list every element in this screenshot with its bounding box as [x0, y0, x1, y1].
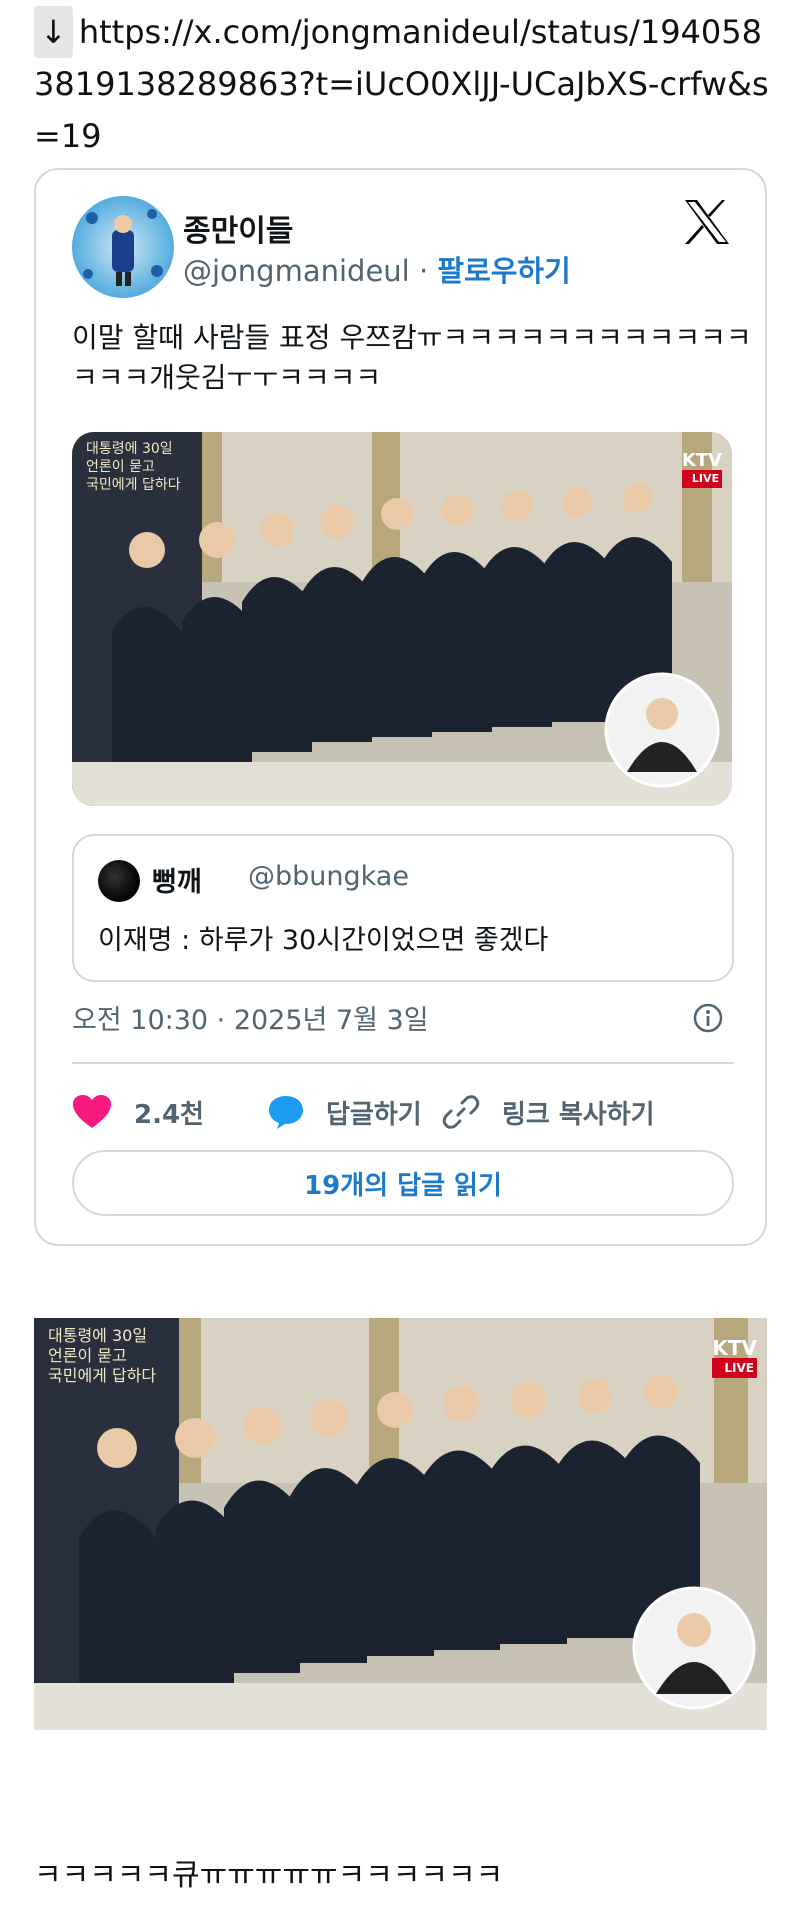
- broadcast-caption: 대통령에 30일 언론이 묻고 국민에게 답하다: [86, 441, 181, 493]
- timestamp[interactable]: 오전 10:30 · 2025년 7월 3일: [72, 998, 429, 1037]
- link-icon: [442, 1095, 480, 1129]
- handle[interactable]: @jongmanideul: [183, 254, 410, 288]
- quote-text: 이재명 : 하루가 30시간이었으면 좋겠다: [98, 925, 549, 956]
- broadcaster-badge-large: KTV LIVE: [712, 1338, 757, 1378]
- display-name[interactable]: 종만이들: [183, 206, 293, 250]
- shared-link[interactable]: ↓ https://x.com/jongmanideul/status/19405…: [34, 6, 774, 162]
- handle-row: @jongmanideul · 팔로우하기: [183, 248, 571, 290]
- attached-image: KTV LIVE 대통령에 30일 언론이 묻고 국민에게 답하다: [34, 1318, 767, 1730]
- broadcaster-badge: KTV LIVE: [681, 452, 722, 488]
- separator: ·: [418, 254, 429, 288]
- read-replies-button[interactable]: 19개의 답글 읽기: [72, 1150, 734, 1216]
- copy-link-button[interactable]: 링크 복사하기: [442, 1082, 655, 1142]
- divider: [72, 1062, 734, 1064]
- reply-label: 답글하기: [326, 1099, 422, 1130]
- download-arrow-icon: ↓: [34, 6, 73, 58]
- like-button[interactable]: 2.4천: [72, 1082, 204, 1142]
- like-count: 2.4천: [134, 1099, 204, 1130]
- action-bar: 2.4천 답글하기 링크 복사하기: [72, 1082, 734, 1142]
- x-logo-icon[interactable]: [681, 196, 733, 248]
- avatar[interactable]: [72, 196, 174, 298]
- copy-link-label: 링크 복사하기: [502, 1099, 655, 1130]
- tweet-card[interactable]: 종만이들 @jongmanideul · 팔로우하기 이말 할때 사람들 표정 …: [34, 168, 767, 1246]
- quote-handle[interactable]: @bbungkae: [248, 861, 409, 892]
- link-url[interactable]: https://x.com/jongmanideul/status/194058…: [34, 13, 769, 155]
- broadcast-caption-large: 대통령에 30일 언론이 묻고 국민에게 답하다: [48, 1326, 157, 1385]
- tweet-image[interactable]: KTV LIVE 대통령에 30일 언론이 묻고 국민에게 답하다: [72, 432, 732, 806]
- quote-display-name[interactable]: 뻥깨: [152, 860, 202, 899]
- tweet-text: 이말 할때 사람들 표정 우쯔캄ㅠㅋㅋㅋㅋㅋㅋㅋㅋㅋㅋㅋㅋㅋㅋㅋ개웃김ㅜㅜㅋㅋㅋ…: [72, 321, 752, 394]
- heart-icon: [73, 1095, 111, 1128]
- reply-button[interactable]: 답글하기: [268, 1082, 422, 1142]
- info-icon[interactable]: [692, 1002, 724, 1034]
- quoted-tweet[interactable]: 뻥깨 @bbungkae 이재명 : 하루가 30시간이었으면 좋겠다: [72, 834, 734, 982]
- speech-bubble-icon: [269, 1096, 303, 1129]
- follow-button[interactable]: 팔로우하기: [437, 254, 570, 288]
- post-text: ㅋㅋㅋㅋㅋ큐ㅠㅠㅠㅠㅠㅋㅋㅋㅋㅋㅋ: [34, 1858, 504, 1893]
- quote-avatar[interactable]: [98, 860, 140, 902]
